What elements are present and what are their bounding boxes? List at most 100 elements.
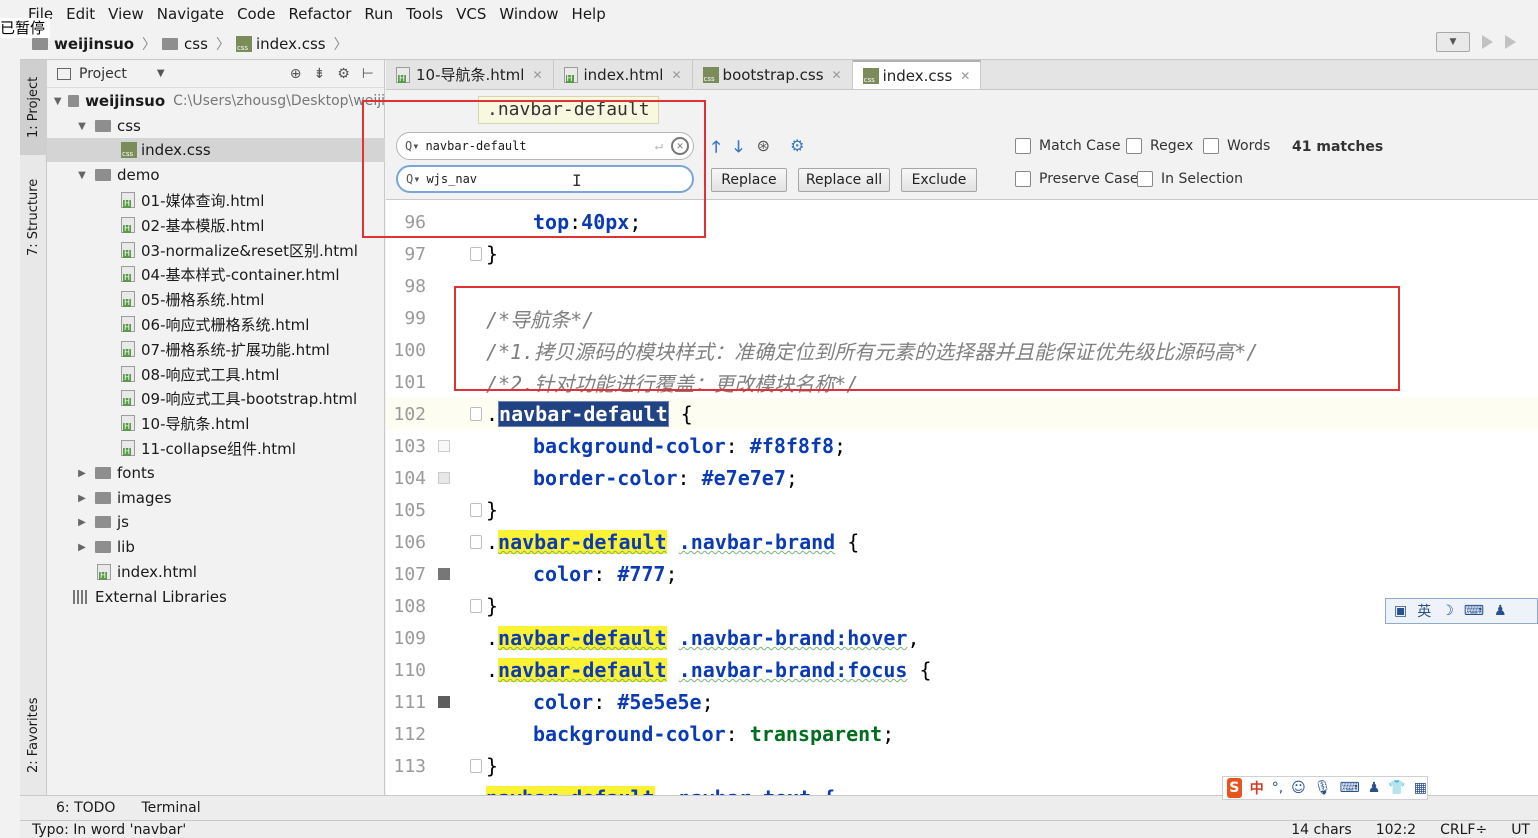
- tree-file-index-html[interactable]: index.html: [47, 560, 385, 584]
- collapsed-arrow-icon[interactable]: ▶: [75, 493, 89, 504]
- status-bar: Typo: In word 'navbar' 14 chars 102:2 CR…: [20, 820, 1538, 838]
- color-swatch[interactable]: [438, 472, 450, 484]
- fold-marker-icon[interactable]: [470, 503, 482, 517]
- tab-favorites[interactable]: 2: Favorites: [20, 685, 47, 785]
- checkbox[interactable]: [1203, 138, 1219, 154]
- menu-run[interactable]: Run: [364, 5, 393, 23]
- exclude-button[interactable]: Exclude: [901, 168, 977, 192]
- next-occurrence-icon[interactable]: 🡓: [734, 136, 742, 163]
- tree-folder-demo[interactable]: ▼ demo: [47, 163, 385, 187]
- fold-marker-icon[interactable]: [470, 759, 482, 773]
- run-icon[interactable]: [1482, 35, 1493, 49]
- gear-icon[interactable]: ⚙: [337, 66, 350, 82]
- checkbox[interactable]: [1015, 138, 1031, 154]
- color-swatch[interactable]: [438, 568, 450, 580]
- tree-file[interactable]: 11-collapse组件.html: [47, 436, 385, 460]
- tree-file[interactable]: 01-媒体查询.html: [47, 188, 385, 212]
- checkbox[interactable]: [1137, 171, 1153, 187]
- caret-position[interactable]: 102:2: [1376, 822, 1416, 838]
- tree-file-index-css[interactable]: index.css: [47, 138, 385, 162]
- target-icon[interactable]: ⊕: [290, 66, 302, 82]
- sogou-ime-bar[interactable]: S 中 °, ☺ 🎙 ⌨ ♟ 👕 ▦: [1222, 776, 1428, 800]
- regex-checkbox[interactable]: Regex: [1126, 138, 1193, 154]
- words-checkbox[interactable]: Words: [1203, 138, 1270, 154]
- collapsed-arrow-icon[interactable]: ▶: [75, 468, 89, 479]
- close-icon[interactable]: ✕: [671, 68, 681, 82]
- fold-marker-icon[interactable]: [470, 407, 482, 421]
- hide-icon[interactable]: ⊢: [362, 66, 374, 82]
- menu-window[interactable]: Window: [499, 5, 558, 23]
- close-icon[interactable]: ✕: [832, 68, 842, 82]
- tree-file[interactable]: 10-导航条.html: [47, 411, 385, 435]
- close-icon[interactable]: ✕: [960, 69, 970, 83]
- match-case-checkbox[interactable]: Match Case: [1015, 138, 1120, 154]
- menu-bar: File Edit View Navigate Code Refactor Ru…: [20, 0, 1538, 28]
- tab-structure[interactable]: 7: Structure: [20, 170, 47, 265]
- menu-help[interactable]: Help: [572, 5, 606, 23]
- run-config-dropdown[interactable]: ▼: [1436, 32, 1470, 52]
- project-view-select[interactable]: Project: [79, 66, 127, 82]
- previous-occurrence-icon[interactable]: 🡑: [712, 136, 720, 163]
- color-swatch[interactable]: [438, 696, 450, 708]
- find-all-icon[interactable]: ⊛: [757, 136, 770, 163]
- tree-file[interactable]: 05-栅格系统.html: [47, 287, 385, 311]
- tree-folder-fonts[interactable]: ▶ fonts: [47, 461, 385, 485]
- breadcrumb-file[interactable]: index.css: [235, 35, 326, 53]
- tab-todo[interactable]: 6: TODO: [56, 800, 115, 816]
- line-separator[interactable]: CRLF÷: [1440, 822, 1487, 838]
- menu-vcs[interactable]: VCS: [456, 5, 486, 23]
- tree-root[interactable]: ▼ weijinsuo C:\Users\zhousg\Desktop\weij…: [47, 89, 385, 113]
- tab-project[interactable]: 1: Project: [20, 60, 47, 155]
- replace-button[interactable]: Replace: [711, 168, 787, 192]
- tree-folder-js[interactable]: ▶ js: [47, 510, 385, 534]
- in-selection-checkbox[interactable]: In Selection: [1137, 171, 1243, 187]
- breadcrumb-folder[interactable]: css: [162, 35, 208, 53]
- collapsed-arrow-icon[interactable]: ▶: [75, 517, 89, 528]
- close-icon[interactable]: ✕: [532, 68, 542, 82]
- tab-terminal[interactable]: Terminal: [141, 800, 200, 816]
- expand-arrow-icon[interactable]: ▼: [53, 96, 62, 107]
- expand-arrow-icon[interactable]: ▼: [75, 170, 89, 181]
- menu-view[interactable]: View: [108, 5, 144, 23]
- paused-badge: 已暂停: [0, 18, 50, 38]
- color-swatch[interactable]: [438, 440, 450, 452]
- menu-refactor[interactable]: Refactor: [288, 5, 351, 23]
- ime-toolbar[interactable]: ▣ 英 ☽ ⌨ ♟: [1385, 598, 1538, 624]
- tree-file[interactable]: 02-基本模版.html: [47, 213, 385, 237]
- tree-folder-lib[interactable]: ▶ lib: [47, 535, 385, 559]
- tree-file[interactable]: 04-基本样式-container.html: [47, 262, 385, 286]
- tab-index-css[interactable]: index.css✕: [852, 60, 982, 89]
- menu-code[interactable]: Code: [237, 5, 275, 23]
- fold-marker-icon[interactable]: [470, 535, 482, 549]
- tab-bootstrap-css[interactable]: bootstrap.css✕: [693, 60, 853, 89]
- encoding[interactable]: UT: [1511, 822, 1530, 838]
- preserve-case-checkbox[interactable]: Preserve Case: [1015, 171, 1139, 187]
- user-icon: ♟: [1367, 780, 1381, 796]
- tree-folder-images[interactable]: ▶ images: [47, 486, 385, 510]
- tree-file[interactable]: 09-响应式工具-bootstrap.html: [47, 386, 385, 410]
- collapse-icon[interactable]: ⇟: [314, 66, 326, 82]
- settings-icon[interactable]: ⚙: [790, 136, 804, 163]
- tab-10-navbar-html[interactable]: 10-导航条.html✕: [386, 60, 554, 89]
- html-file-icon: [121, 440, 135, 456]
- tree-file[interactable]: 08-响应式工具.html: [47, 362, 385, 386]
- tree-file[interactable]: 07-栅格系统-扩展功能.html: [47, 337, 385, 361]
- replace-all-button[interactable]: Replace all: [798, 168, 890, 192]
- fold-marker-icon[interactable]: [470, 247, 482, 261]
- tab-index-html[interactable]: index.html✕: [554, 60, 693, 89]
- menu-navigate[interactable]: Navigate: [157, 5, 224, 23]
- tree-external-libraries[interactable]: External Libraries: [47, 585, 385, 609]
- tree-file[interactable]: 03-normalize&reset区别.html: [47, 238, 385, 262]
- menu-tools[interactable]: Tools: [406, 5, 443, 23]
- tree-folder-css[interactable]: ▼ css: [47, 114, 385, 138]
- code-line: 105 }: [393, 498, 499, 522]
- fold-marker-icon[interactable]: [470, 599, 482, 613]
- collapsed-arrow-icon[interactable]: ▶: [75, 542, 89, 553]
- expand-arrow-icon[interactable]: ▼: [75, 121, 89, 132]
- checkbox[interactable]: [1126, 138, 1142, 154]
- chevron-down-icon[interactable]: ▼: [157, 68, 165, 79]
- tree-file[interactable]: 06-响应式栅格系统.html: [47, 312, 385, 336]
- checkbox[interactable]: [1015, 171, 1031, 187]
- menu-edit[interactable]: Edit: [66, 5, 95, 23]
- debug-icon[interactable]: [1505, 35, 1516, 49]
